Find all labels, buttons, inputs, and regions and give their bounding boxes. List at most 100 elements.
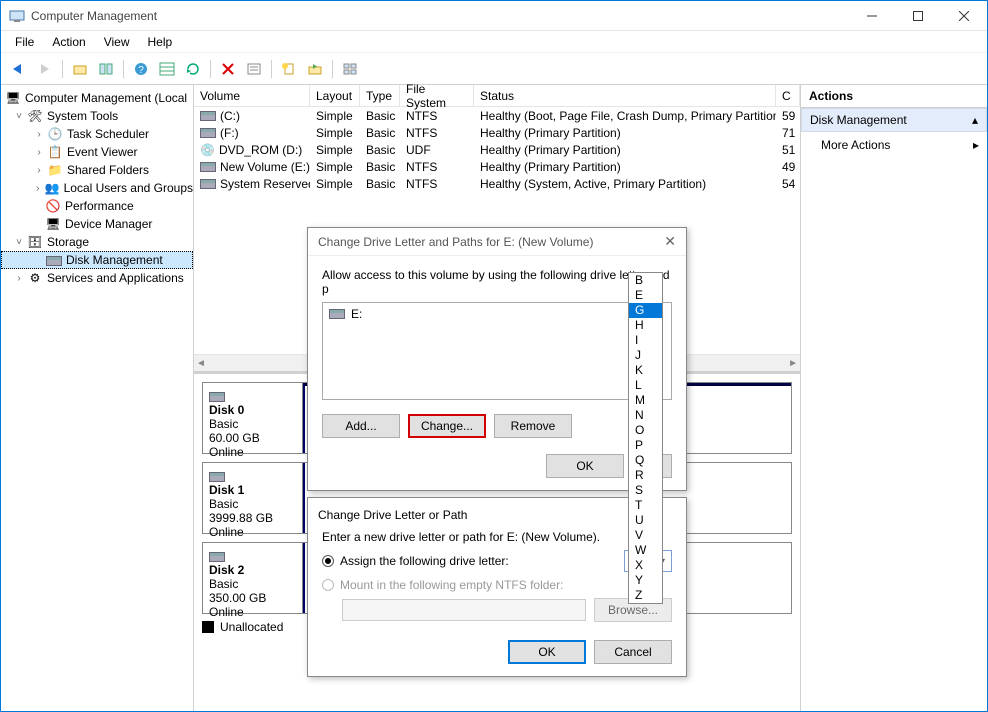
drive-paths-listbox[interactable]: E: [322,302,672,400]
ok-button[interactable]: OK [508,640,586,664]
svg-text:?: ? [138,65,144,76]
expand-icon[interactable]: › [33,165,45,176]
menu-view[interactable]: View [96,33,138,51]
table-row[interactable]: (F:)SimpleBasicNTFSHealthy (Primary Part… [194,124,800,141]
menubar: File Action View Help [1,31,987,53]
dropdown-item[interactable]: J [629,348,662,363]
services-icon: ⚙ [27,271,43,285]
new-icon[interactable] [277,57,301,81]
dropdown-item[interactable]: S [629,483,662,498]
tree-device-manager[interactable]: 🖥Device Manager [1,215,193,233]
maximize-button[interactable] [895,1,941,31]
tree-performance[interactable]: 🚫Performance [1,197,193,215]
actions-more[interactable]: More Actions▸ [801,132,987,158]
dropdown-item[interactable]: I [629,333,662,348]
open-icon[interactable] [303,57,327,81]
tree-services-apps[interactable]: ›⚙Services and Applications [1,269,193,287]
col-type[interactable]: Type [360,85,400,107]
tree-storage[interactable]: ˅🗄Storage [1,233,193,251]
dropdown-item[interactable]: B [629,273,662,288]
change-button[interactable]: Change... [408,414,486,438]
menu-file[interactable]: File [7,33,42,51]
table-row[interactable]: (C:)SimpleBasicNTFSHealthy (Boot, Page F… [194,107,800,124]
remove-button[interactable]: Remove [494,414,572,438]
legend-swatch [202,621,214,633]
dropdown-item[interactable]: Z [629,588,662,603]
dropdown-item[interactable]: N [629,408,662,423]
col-layout[interactable]: Layout [310,85,360,107]
users-icon: 👥 [45,181,60,195]
delete-icon[interactable] [216,57,240,81]
back-button[interactable] [7,57,31,81]
disk-label: Disk 2 Basic 350.00 GB Online [203,543,303,613]
collapse-icon[interactable]: ˅ [13,111,25,122]
menu-help[interactable]: Help [140,33,181,51]
properties-button[interactable] [94,57,118,81]
expand-icon[interactable]: › [33,147,45,158]
dropdown-item[interactable]: L [629,378,662,393]
actions-pane: Actions Disk Management▴ More Actions▸ [801,85,987,711]
dropdown-item[interactable]: G [629,303,662,318]
cancel-button[interactable]: Cancel [594,640,672,664]
ok-button[interactable]: OK [546,454,624,478]
dropdown-item[interactable]: K [629,363,662,378]
up-button[interactable] [68,57,92,81]
dialog-titlebar[interactable]: Change Drive Letter and Paths for E: (Ne… [308,228,686,256]
tree-system-tools[interactable]: ˅🛠System Tools [1,107,193,125]
radio-assign-letter[interactable]: Assign the following drive letter: G▾ [322,550,672,572]
list-item[interactable]: E: [329,307,665,321]
forward-button[interactable] [33,57,57,81]
tree-root[interactable]: 🖥Computer Management (Local [1,89,193,107]
dropdown-item[interactable]: R [629,468,662,483]
disk-icon [209,392,225,402]
grid-icon[interactable] [338,57,362,81]
expand-icon[interactable]: › [33,183,43,194]
menu-action[interactable]: Action [44,33,93,51]
dropdown-item[interactable]: O [629,423,662,438]
list-button[interactable] [155,57,179,81]
col-c[interactable]: C [776,85,800,107]
tree-task-scheduler[interactable]: ›🕒Task Scheduler [1,125,193,143]
actions-section-disk-management[interactable]: Disk Management▴ [801,108,987,132]
expand-icon[interactable]: › [33,129,45,140]
table-row[interactable]: New Volume (E:)SimpleBasicNTFSHealthy (P… [194,158,800,175]
close-icon[interactable]: ✕ [664,233,676,250]
close-button[interactable] [941,1,987,31]
tree-shared-folders[interactable]: ›📁Shared Folders [1,161,193,179]
drive-letter-dropdown[interactable]: BEGHIJKLMNOPQRSTUVWXYZ [628,272,663,604]
volume-list-header: Volume Layout Type File System Status C [194,85,800,107]
tree-local-users[interactable]: ›👥Local Users and Groups [1,179,193,197]
radio-mount-folder[interactable]: Mount in the following empty NTFS folder… [322,578,672,592]
col-status[interactable]: Status [474,85,776,107]
minimize-button[interactable] [849,1,895,31]
collapse-icon[interactable]: ˅ [13,237,25,248]
navigation-tree: 🖥Computer Management (Local ˅🛠System Too… [1,85,194,711]
titlebar: Computer Management [1,1,987,31]
tree-event-viewer[interactable]: ›📋Event Viewer [1,143,193,161]
add-button[interactable]: Add... [322,414,400,438]
dropdown-item[interactable]: W [629,543,662,558]
dropdown-item[interactable]: P [629,438,662,453]
dropdown-item[interactable]: T [629,498,662,513]
refresh-button[interactable] [181,57,205,81]
settings-icon[interactable] [242,57,266,81]
col-volume[interactable]: Volume [194,85,310,107]
disk-icon [209,552,225,562]
help-button[interactable]: ? [129,57,153,81]
dropdown-item[interactable]: E [629,288,662,303]
dropdown-item[interactable]: M [629,393,662,408]
tools-icon: 🛠 [27,109,43,123]
dropdown-item[interactable]: U [629,513,662,528]
dropdown-item[interactable]: X [629,558,662,573]
table-row[interactable]: 💿DVD_ROM (D:)SimpleBasicUDFHealthy (Prim… [194,141,800,158]
dropdown-item[interactable]: H [629,318,662,333]
volume-list: (C:)SimpleBasicNTFSHealthy (Boot, Page F… [194,107,800,192]
dropdown-item[interactable]: Y [629,573,662,588]
dropdown-item[interactable]: V [629,528,662,543]
tree-disk-management[interactable]: Disk Management [1,251,193,269]
table-row[interactable]: System ReservedSimpleBasicNTFSHealthy (S… [194,175,800,192]
drive-icon: 💿 [200,143,215,157]
dropdown-item[interactable]: Q [629,453,662,468]
col-fs[interactable]: File System [400,85,474,107]
expand-icon[interactable]: › [13,273,25,284]
